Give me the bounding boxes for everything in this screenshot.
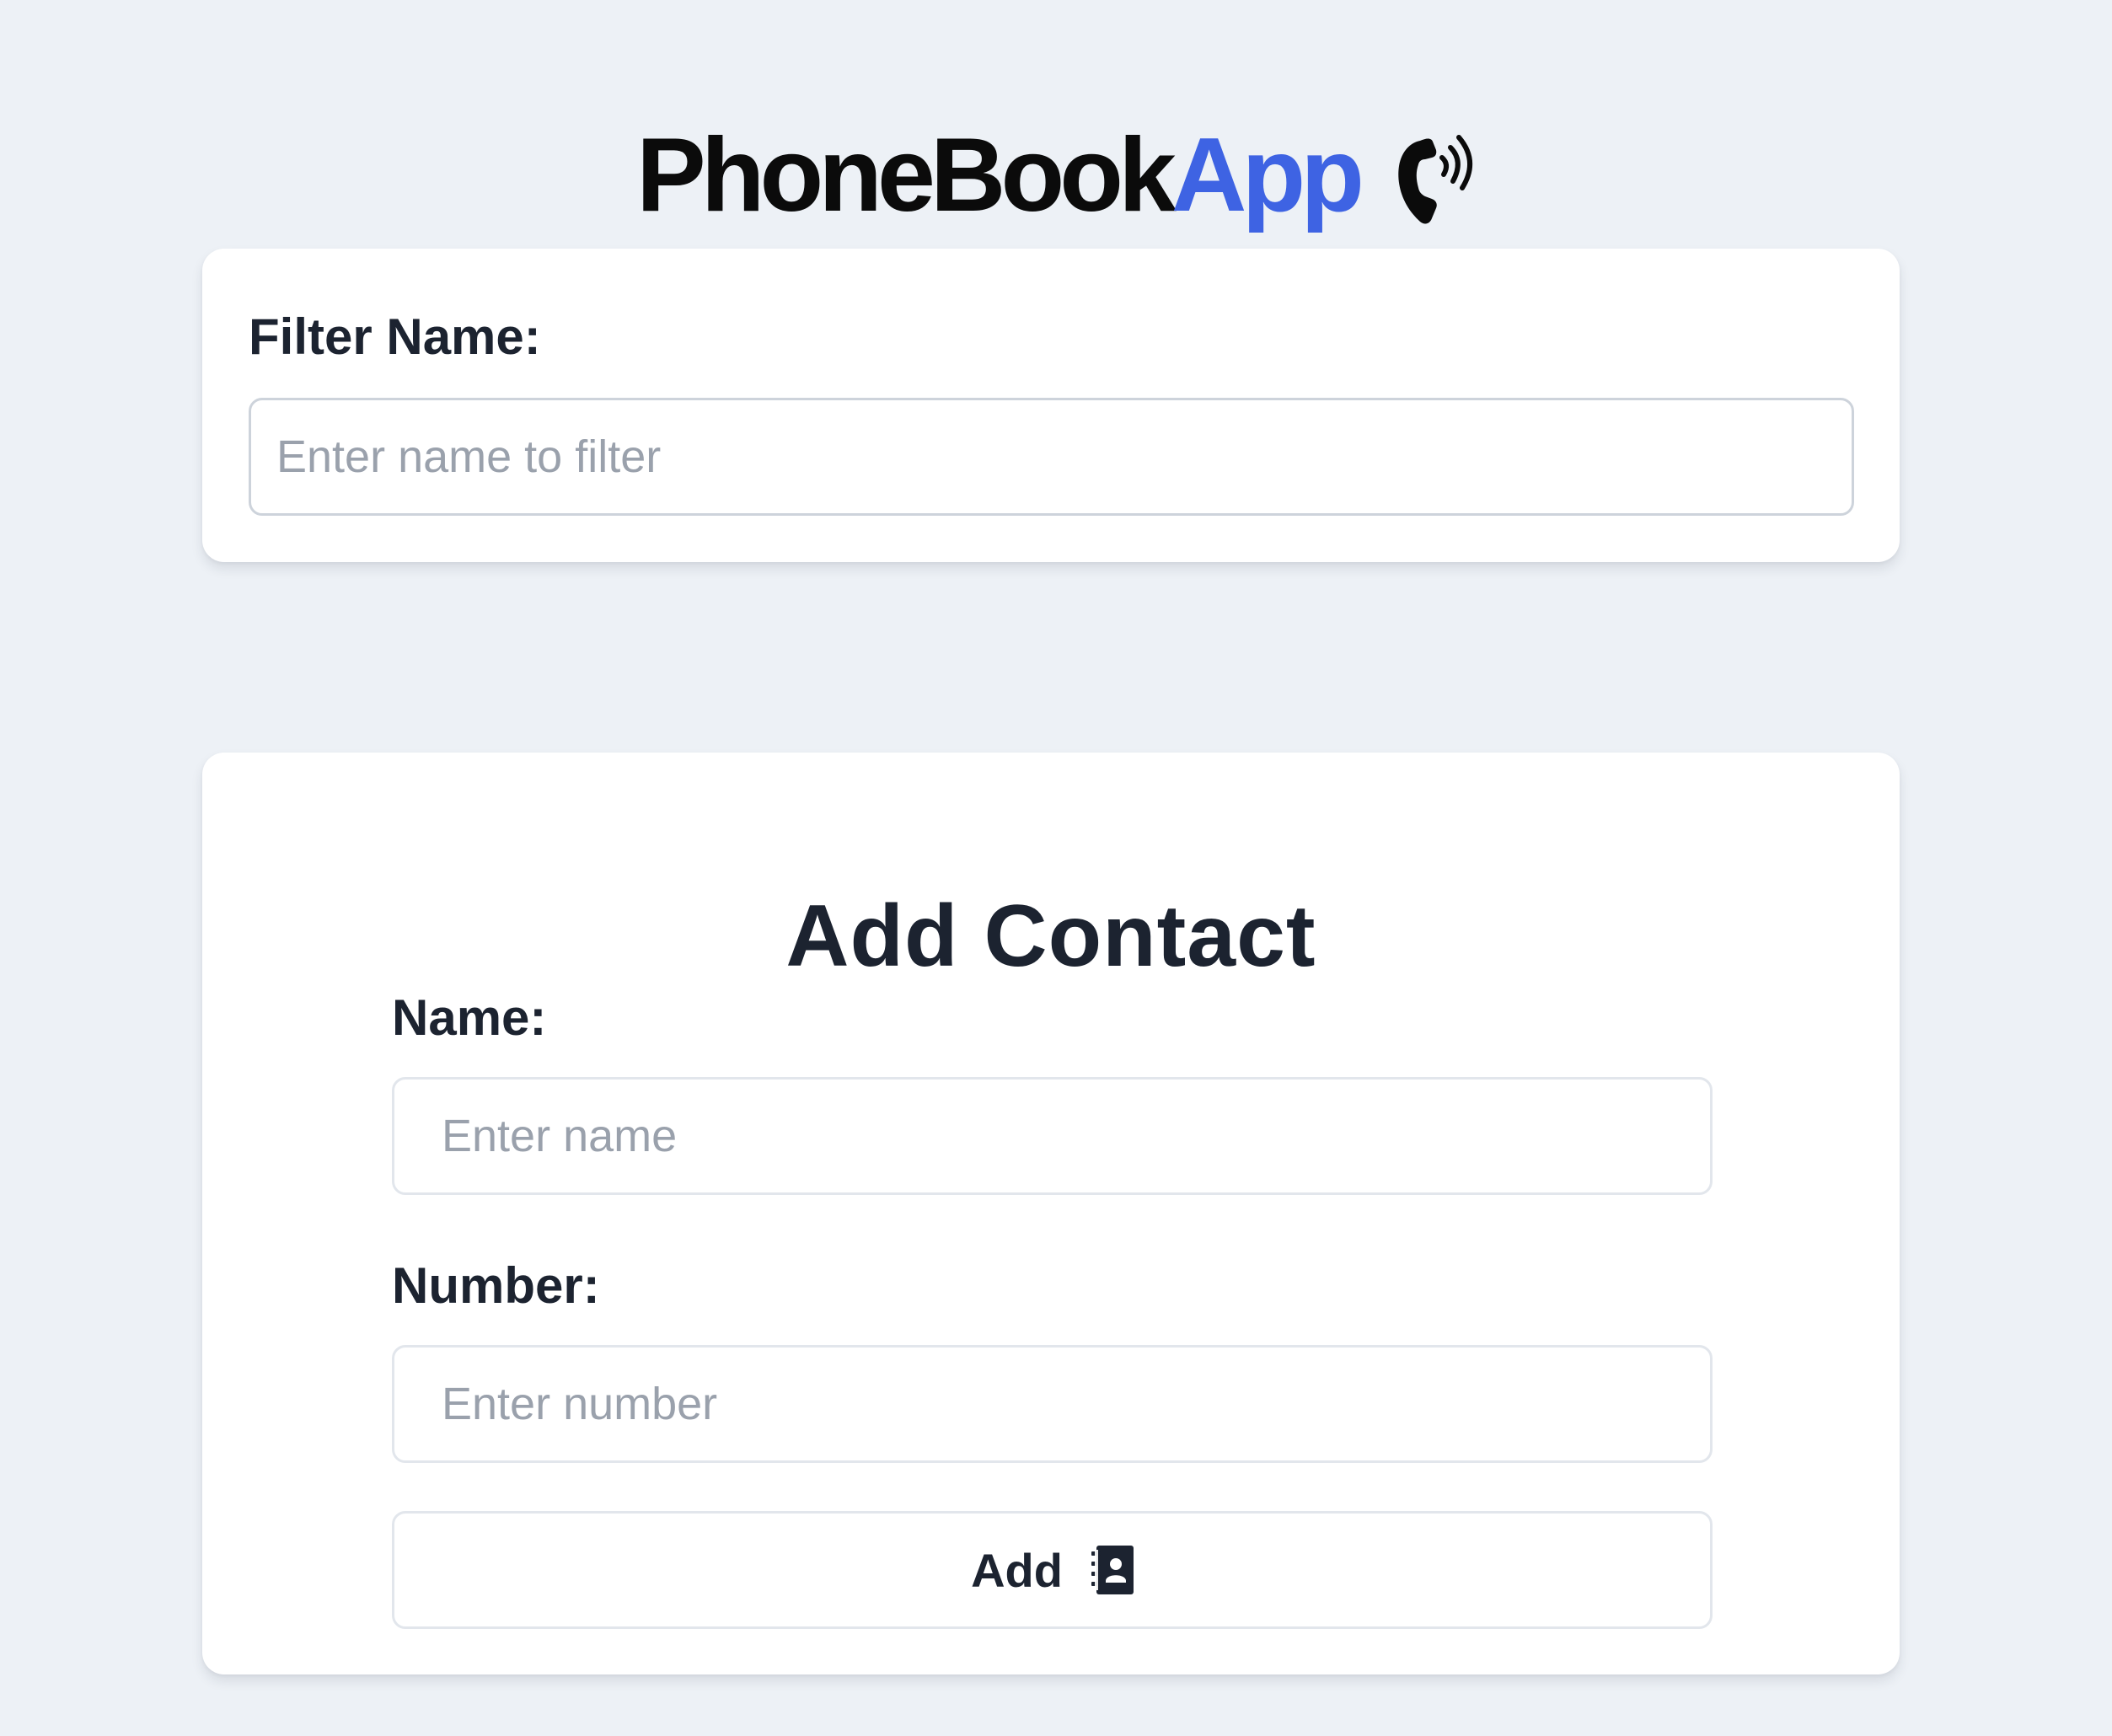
filter-card: Filter Name: [202,249,1900,562]
add-contact-button[interactable]: Add [392,1511,1713,1629]
app-title-accent: App [1171,117,1364,234]
app-title: PhoneBook App [0,112,2112,238]
filter-name-input[interactable] [249,398,1854,516]
contact-book-icon [1091,1546,1134,1594]
filter-name-label: Filter Name: [249,308,541,365]
name-input[interactable] [392,1077,1713,1195]
add-button-label: Add [971,1543,1063,1597]
name-label: Name: [392,989,547,1046]
number-label: Number: [392,1257,600,1314]
add-contact-card: Add Contact Name: Number: Add [202,753,1900,1674]
app-title-main: PhoneBook [636,117,1177,234]
phone-ringing-icon [1395,128,1476,224]
number-input[interactable] [392,1345,1713,1463]
add-contact-heading: Add Contact [785,887,1316,986]
